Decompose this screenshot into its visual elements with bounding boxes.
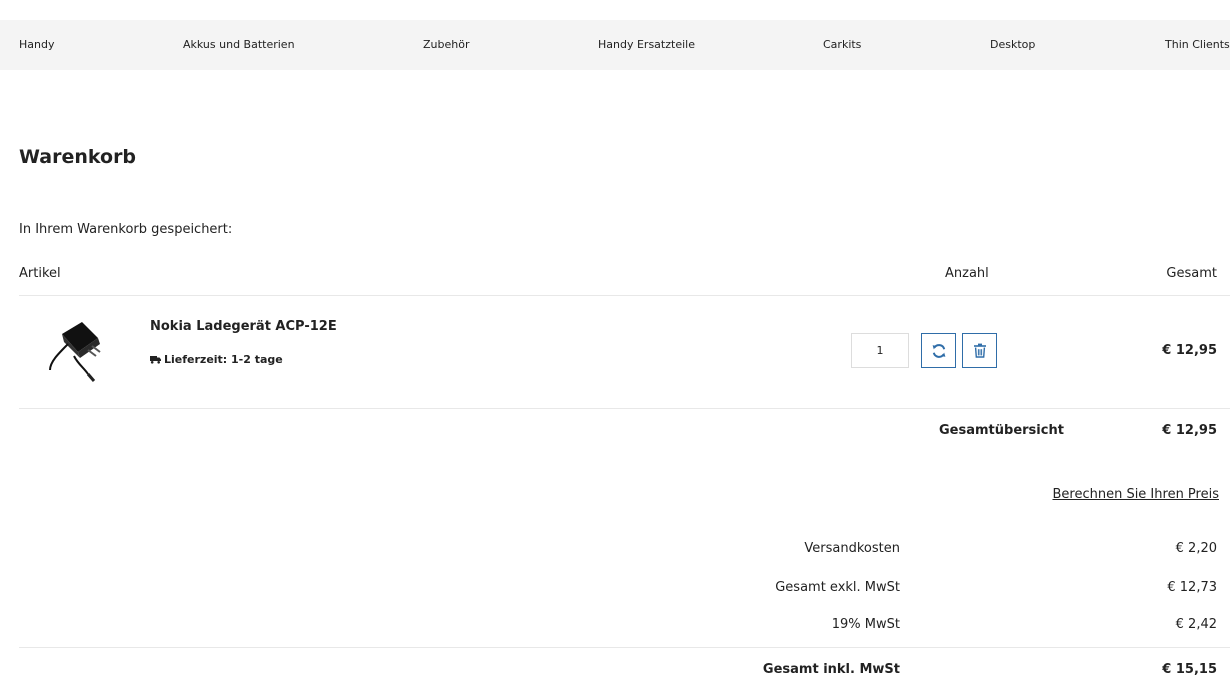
divider — [19, 408, 1230, 409]
remove-item-button[interactable] — [962, 333, 997, 368]
nav-item-carkits[interactable]: Carkits — [823, 20, 861, 70]
nav-item-thin-clients[interactable]: Thin Clients — [1165, 20, 1230, 70]
column-header-article: Artikel — [19, 266, 61, 281]
calculate-price-link[interactable]: Berechnen Sie Ihren Preis — [1052, 487, 1219, 502]
vat-label: 19% MwSt — [831, 617, 900, 632]
nav-item-desktop[interactable]: Desktop — [990, 20, 1035, 70]
delivery-time: Lieferzeit: 1-2 tage — [150, 353, 283, 366]
subtotal-excl-vat-value: € 12,73 — [1167, 580, 1217, 595]
nav-item-akkus[interactable]: Akkus und Batterien — [183, 20, 295, 70]
nav-item-ersatzteile[interactable]: Handy Ersatzteile — [598, 20, 695, 70]
saved-items-text: In Ihrem Warenkorb gespeichert: — [19, 222, 233, 237]
grand-total-label: Gesamt inkl. MwSt — [762, 662, 900, 677]
divider — [19, 647, 1230, 648]
nav-item-handy[interactable]: Handy — [19, 20, 54, 70]
vat-value: € 2,42 — [1175, 617, 1217, 632]
divider — [19, 295, 1230, 296]
column-header-total: Gesamt — [1166, 266, 1217, 281]
column-header-quantity: Anzahl — [945, 266, 989, 281]
delivery-time-text: Lieferzeit: 1-2 tage — [164, 353, 283, 366]
overview-value: € 12,95 — [1162, 423, 1217, 438]
product-image[interactable] — [44, 318, 106, 384]
refresh-icon — [932, 343, 945, 358]
item-total-price: € 12,95 — [1162, 343, 1217, 358]
subtotal-excl-vat-label: Gesamt exkl. MwSt — [775, 580, 900, 595]
page-title: Warenkorb — [19, 146, 137, 168]
trash-icon — [973, 343, 986, 358]
main-navigation: Handy Akkus und Batterien Zubehör Handy … — [0, 20, 1230, 70]
nav-item-zubehoer[interactable]: Zubehör — [423, 20, 469, 70]
shipping-value: € 2,20 — [1175, 541, 1217, 556]
truck-icon — [150, 356, 161, 364]
product-name[interactable]: Nokia Ladegerät ACP-12E — [150, 319, 337, 334]
overview-label: Gesamtübersicht — [939, 423, 1064, 438]
update-quantity-button[interactable] — [921, 333, 956, 368]
quantity-input[interactable] — [851, 333, 909, 368]
shipping-label: Versandkosten — [804, 541, 900, 556]
grand-total-value: € 15,15 — [1162, 662, 1217, 677]
